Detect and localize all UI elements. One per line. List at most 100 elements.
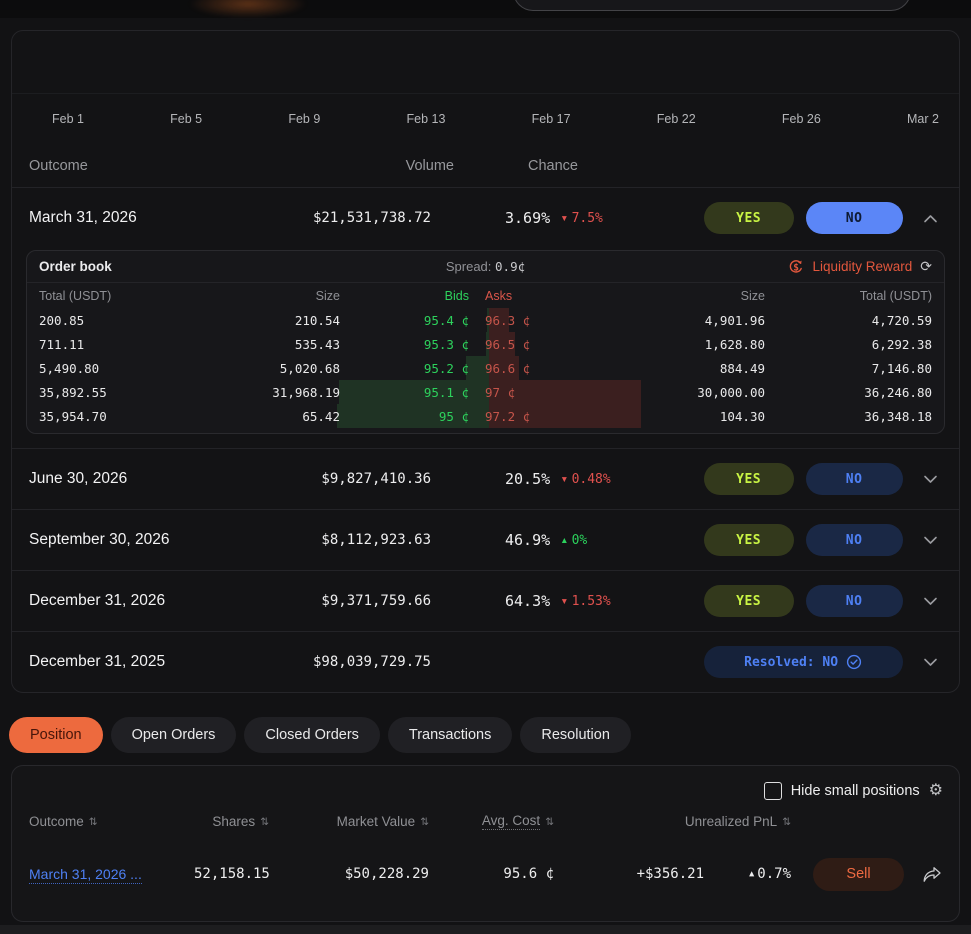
yes-button[interactable]: YES [703, 585, 794, 617]
tab-closed-orders[interactable]: Closed Orders [244, 717, 380, 753]
chevron-down-icon[interactable] [917, 658, 945, 667]
yes-button[interactable]: YES [703, 524, 794, 556]
column-header-bids: Bids [444, 288, 469, 303]
bid-price: 95.3 ¢ [423, 336, 469, 352]
market-row[interactable]: March 31, 2026 $21,531,738.72 3.69% ▼ 7.5% YE… [12, 188, 959, 248]
no-button[interactable]: NO [805, 202, 903, 234]
change-value: 7.5% [571, 210, 603, 226]
market-row[interactable]: June 30, 2026 $9,827,410.36 20.5% ▼ 0.48% YES… [12, 448, 959, 509]
position-pnl-percent: ▲ 0.7% [704, 866, 791, 882]
position-outcome-link[interactable]: March 31, 2026 ... [29, 866, 142, 884]
x-axis-tick: Feb 9 [288, 112, 321, 126]
refresh-icon[interactable]: ⟳ [920, 258, 932, 275]
market-row[interactable]: December 31, 2025 $98,039,729.75 Resolved:… [12, 631, 959, 692]
yes-button[interactable]: YES [703, 463, 794, 495]
position-market-value: $50,228.29 [344, 866, 429, 882]
positions-column-label: Avg. Cost [481, 813, 541, 830]
gear-icon[interactable]: ⚙ [929, 783, 943, 799]
price-chart [12, 31, 959, 94]
yes-button[interactable]: YES [703, 202, 794, 234]
bid-size: 535.43 [294, 336, 340, 352]
market-row[interactable]: December 31, 2026 $9,371,759.66 64.3% ▼ 1.53… [12, 570, 959, 631]
position-shares: 52,158.15 [194, 866, 270, 882]
bid-price: 95 ¢ [438, 408, 469, 424]
order-book-header: Order book Spread: 0.9¢ $ Liquidity Rewa… [27, 251, 944, 283]
hide-small-positions-label: Hide small positions [790, 783, 920, 799]
page-bottom-strip [0, 925, 971, 934]
no-button[interactable]: NO [805, 585, 903, 617]
market-table-header: Outcome Volume Chance [12, 144, 959, 188]
tab-resolution[interactable]: Resolution [520, 717, 631, 753]
top-navigation-bar [0, 0, 971, 18]
sort-icon[interactable]: ⇅ [782, 816, 791, 828]
ask-total: 6,292.38 [871, 336, 932, 352]
bid-total: 711.11 [39, 336, 85, 352]
liquidity-reward-label[interactable]: Liquidity Reward [812, 259, 912, 274]
sort-icon[interactable]: ⇅ [260, 816, 269, 828]
hide-small-positions-checkbox[interactable] [763, 782, 782, 800]
ask-size: 104.30 [719, 408, 765, 424]
sell-button[interactable]: Sell [813, 857, 904, 891]
position-outcome-cell: March 31, 2026 ... [29, 866, 194, 884]
bid-total: 35,892.55 [39, 384, 107, 400]
position-avg-cost: 95.6 ¢ [503, 866, 554, 882]
order-book-row[interactable]: 5,490.80 5,020.68 95.2 ¢ 96.6 ¢ 884.49 7,146.… [27, 356, 944, 380]
tab-position[interactable]: Position [9, 717, 103, 753]
positions-column-label: Shares [212, 814, 256, 829]
triangle-up-icon: ▲ [560, 535, 569, 545]
chevron-down-icon[interactable] [917, 536, 945, 545]
chevron-down-icon[interactable] [917, 597, 945, 606]
ask-price: 97.2 ¢ [485, 408, 531, 424]
column-header-total-right: Total (USDT) [859, 288, 932, 303]
x-axis-tick: Feb 22 [656, 112, 696, 126]
search-input[interactable] [513, 0, 911, 11]
order-book-column-headers: Total (USDT) Size Bids Asks Size Total (… [27, 283, 944, 308]
change-badge: ▼ 0.48% [560, 472, 611, 487]
brand-logo-glow [188, 0, 308, 18]
change-badge: ▼ 1.53% [560, 594, 611, 609]
market-row[interactable]: September 30, 2026 $8,112,923.63 46.9% ▲ 0% Y… [12, 509, 959, 570]
trade-buttons: YES NO [703, 202, 903, 234]
chevron-up-icon[interactable] [917, 214, 945, 223]
order-book-row[interactable]: 200.85 210.54 95.4 ¢ 96.3 ¢ 4,901.96 4,720.59 [27, 308, 944, 332]
outcome-label: June 30, 2026 [29, 470, 128, 487]
ask-size: 884.49 [719, 360, 765, 376]
chevron-down-icon[interactable] [917, 475, 945, 484]
market-card: Feb 1 Feb 5 Feb 9 Feb 13 Feb 17 Feb 22 Feb 26 M… [11, 30, 960, 693]
tab-open-orders[interactable]: Open Orders [110, 717, 237, 753]
bid-price: 95.2 ¢ [423, 360, 469, 376]
resolved-badge: Resolved: NO [703, 646, 903, 678]
ask-total: 7,146.80 [871, 360, 932, 376]
bid-total: 35,954.70 [39, 408, 107, 424]
ask-price: 96.5 ¢ [485, 336, 531, 352]
share-icon[interactable] [922, 866, 942, 883]
order-book-row[interactable]: 711.11 535.43 95.3 ¢ 96.5 ¢ 1,628.80 6,292.38 [27, 332, 944, 356]
positions-column-header[interactable]: Market Value ⇅ [269, 814, 429, 829]
no-button[interactable]: NO [805, 463, 903, 495]
sort-icon[interactable]: ⇅ [89, 816, 98, 828]
sort-icon[interactable]: ⇅ [420, 816, 429, 828]
x-axis-tick: Feb 13 [406, 112, 446, 126]
bid-size: 31,968.19 [272, 384, 340, 400]
positions-column-header[interactable]: Outcome ⇅ [29, 814, 194, 829]
bid-size: 65.42 [302, 408, 340, 424]
positions-column-header[interactable]: Unrealized PnL ⇅ [554, 814, 791, 829]
sort-icon[interactable]: ⇅ [545, 816, 554, 828]
svg-text:$: $ [794, 262, 800, 273]
triangle-down-icon: ▼ [560, 474, 569, 484]
positions-column-header[interactable]: Avg. Cost ⇅ [429, 813, 554, 830]
chance-value: 3.69% [505, 209, 551, 227]
positions-column-header[interactable]: Shares ⇅ [194, 814, 269, 829]
no-button[interactable]: NO [805, 524, 903, 556]
positions-column-label: Outcome [29, 814, 84, 829]
volume-value: $9,827,410.36 [321, 471, 431, 487]
ask-size: 1,628.80 [704, 336, 765, 352]
order-book-row[interactable]: 35,892.55 31,968.19 95.1 ¢ 97 ¢ 30,000.00 36,… [27, 380, 944, 404]
volume-value: $21,531,738.72 [312, 210, 431, 226]
tab-transactions[interactable]: Transactions [387, 717, 513, 753]
order-book-row[interactable]: 35,954.70 65.42 95 ¢ 97.2 ¢ 104.30 36,348.18 [27, 404, 944, 428]
positions-table-header: Outcome ⇅ Shares ⇅ Market Value ⇅ Avg. Cost ⇅ Un… [12, 813, 959, 830]
outcome-label: September 30, 2026 [29, 531, 170, 548]
chart-x-axis: Feb 1 Feb 5 Feb 9 Feb 13 Feb 17 Feb 22 Feb 26 M… [12, 94, 959, 144]
ask-total: 36,348.18 [864, 408, 932, 424]
